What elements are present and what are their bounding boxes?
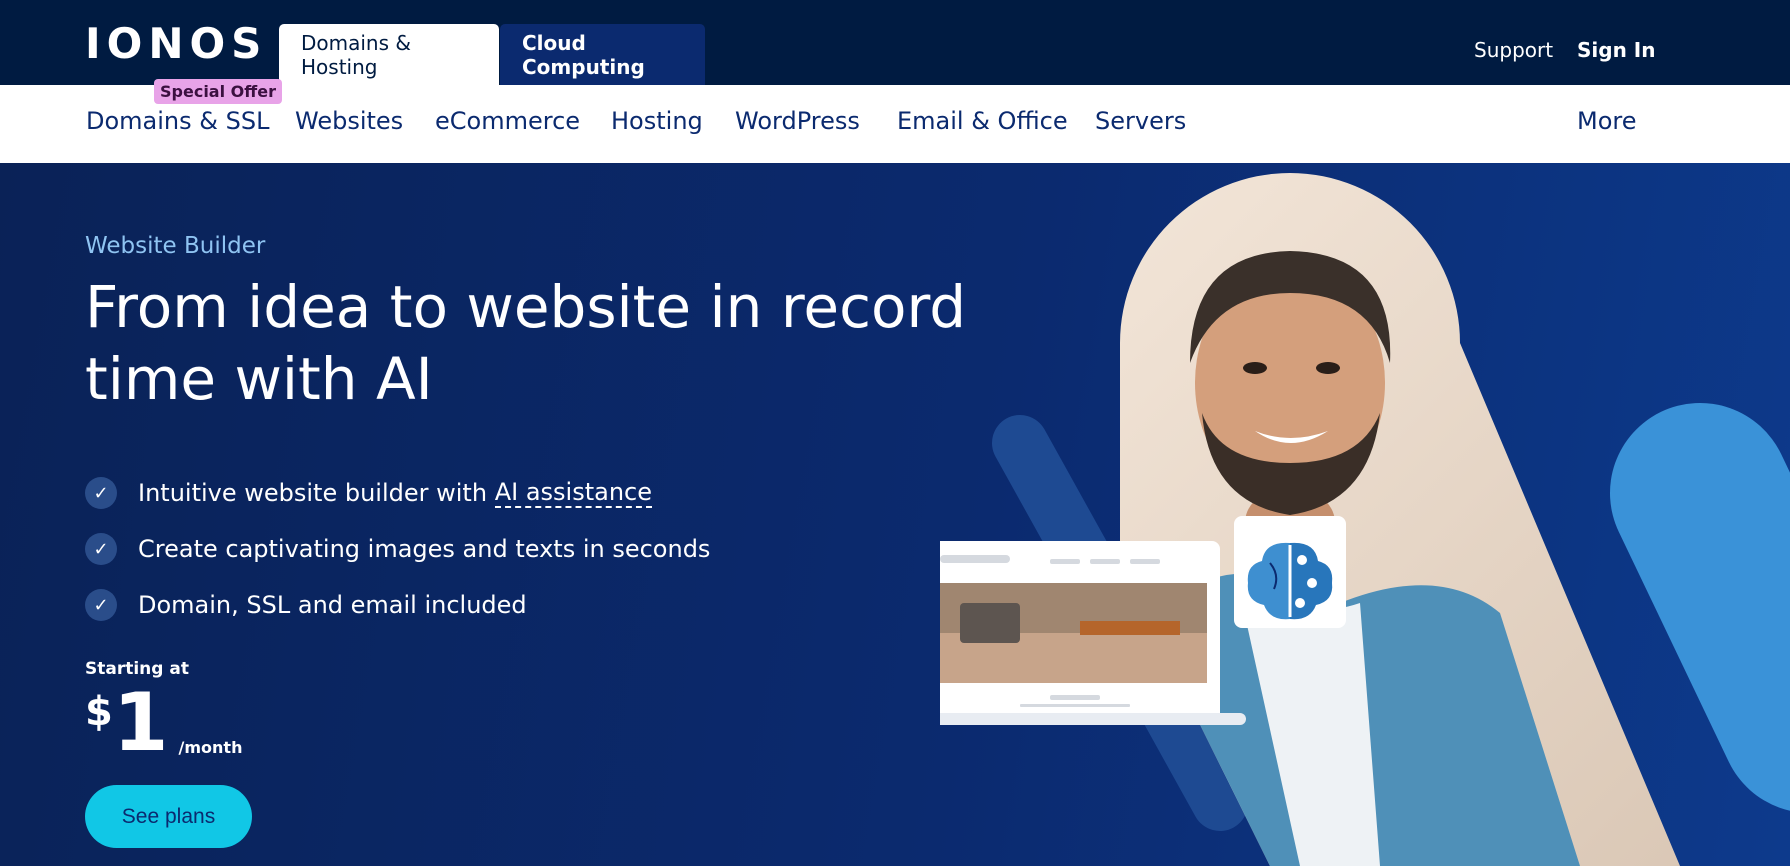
hero-headline: From idea to website in record time with… xyxy=(85,273,967,413)
feature-item: ✓ Create captivating images and texts in… xyxy=(85,521,710,577)
price-currency: $ xyxy=(85,689,113,735)
feature-list: ✓ Intuitive website builder with AI assi… xyxy=(85,465,710,633)
check-icon: ✓ xyxy=(85,533,117,565)
nav-item-more[interactable]: More xyxy=(1577,107,1637,135)
nav-item-wordpress[interactable]: WordPress xyxy=(735,107,860,135)
price-period: /month xyxy=(178,738,243,757)
nav-item-servers[interactable]: Servers xyxy=(1095,107,1186,135)
check-icon: ✓ xyxy=(85,589,117,621)
hero-section: Website Builder From idea to website in … xyxy=(0,163,1790,866)
ai-assistance-link[interactable]: AI assistance xyxy=(494,478,653,508)
nav-item-hosting[interactable]: Hosting xyxy=(611,107,703,135)
nav-item-email-office[interactable]: Email & Office xyxy=(897,107,1068,135)
price-amount: 1 xyxy=(112,676,169,769)
price: $ 1 /month xyxy=(85,683,242,763)
tab-domains-hosting[interactable]: Domains & Hosting xyxy=(279,24,499,85)
hero-illustration xyxy=(940,173,1790,866)
top-bar: IONOS Domains & Hosting Cloud Computing … xyxy=(0,0,1790,85)
sign-in-link[interactable]: Sign In xyxy=(1577,38,1655,62)
special-offer-badge: Special Offer xyxy=(154,79,282,104)
feature-item: ✓ Intuitive website builder with AI assi… xyxy=(85,465,710,521)
nav-item-websites[interactable]: Websites xyxy=(295,107,403,135)
hero-eyebrow: Website Builder xyxy=(85,233,266,259)
feature-text: Create captivating images and texts in s… xyxy=(138,535,711,563)
laptop-mockup xyxy=(940,541,1246,725)
feature-text: Domain, SSL and email included xyxy=(138,591,527,619)
ai-brain-icon xyxy=(1234,516,1346,628)
nav-item-domains-ssl[interactable]: Domains & SSL xyxy=(86,107,269,135)
support-link[interactable]: Support xyxy=(1474,38,1553,62)
nav-item-ecommerce[interactable]: eCommerce xyxy=(435,107,580,135)
decorative-stroke xyxy=(1610,403,1790,811)
see-plans-button[interactable]: See plans xyxy=(85,785,252,848)
feature-item: ✓ Domain, SSL and email included xyxy=(85,577,710,633)
tab-cloud-computing[interactable]: Cloud Computing xyxy=(500,24,705,85)
feature-text: Intuitive website builder with xyxy=(138,479,488,507)
ionos-logo[interactable]: IONOS xyxy=(85,22,267,66)
check-icon: ✓ xyxy=(85,477,117,509)
